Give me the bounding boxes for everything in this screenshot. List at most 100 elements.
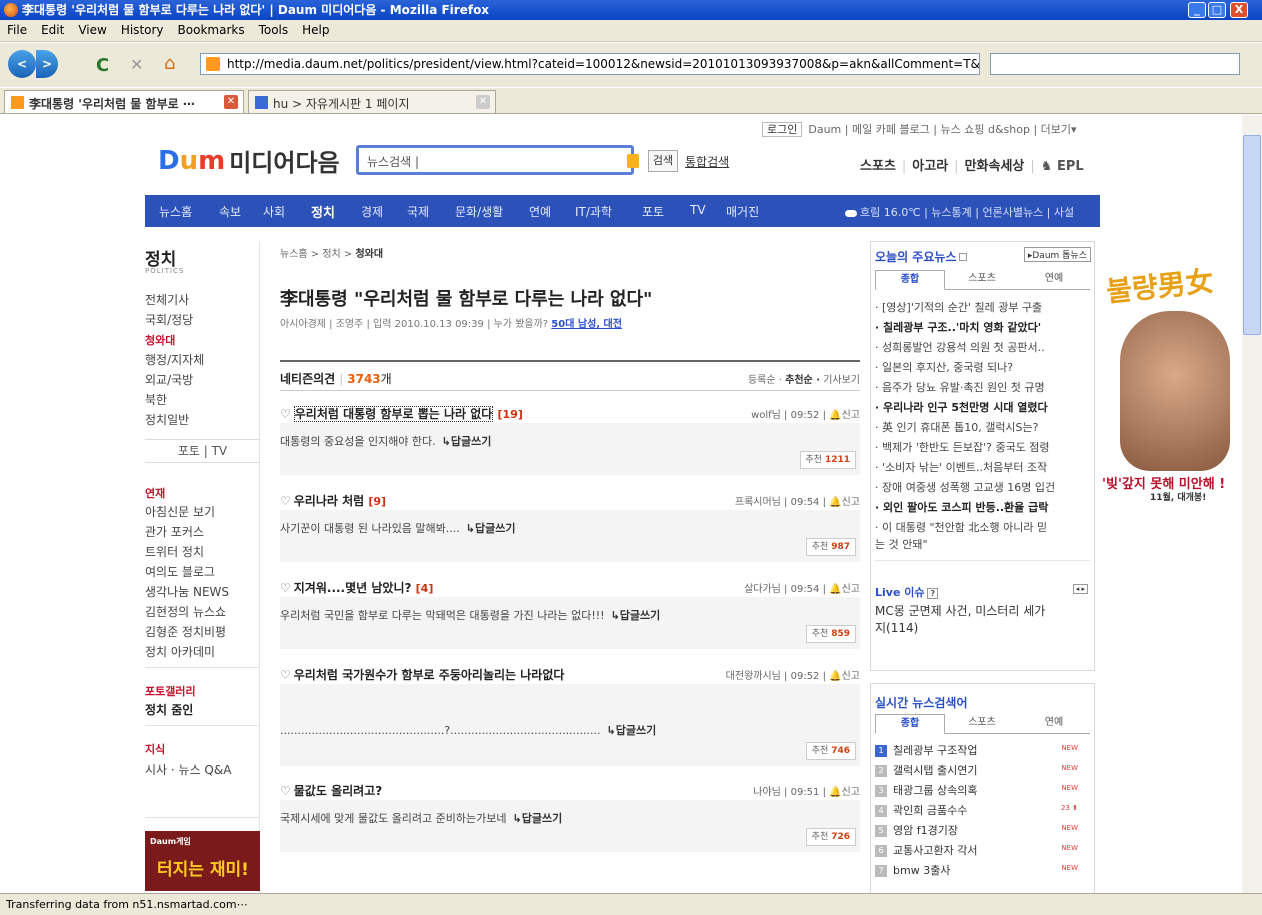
comment-title[interactable]: ♡ 우리처럼 국가원수가 함부로 주둥아리놀리는 나라없다 [280, 666, 564, 683]
lnav-bluehouse[interactable]: 청와대 [145, 332, 175, 348]
rank-item[interactable]: 5 영암 f1경기장 NEW [875, 822, 1090, 838]
stop-icon[interactable]: ✕ [130, 55, 143, 74]
comment-meta[interactable]: 살다가님 | 09:54 | 🔔신고 [744, 580, 860, 595]
news-item[interactable]: · 장애 여중생 성폭행 고교생 16명 입건 [875, 479, 1055, 495]
daum-top-news-button[interactable]: ▸Daum 톱뉴스 [1023, 247, 1091, 262]
search-option-icon[interactable] [627, 154, 639, 168]
comment-meta[interactable]: 대전왕까시님 | 09:52 | 🔔신고 [726, 667, 860, 682]
series-item[interactable]: 김현정의 뉴스쇼 [145, 603, 226, 620]
rss-icon[interactable] [959, 253, 968, 261]
live-arrows[interactable]: ◂ ▸ [1072, 584, 1088, 594]
rank-item[interactable]: 2 갤럭시탭 출시연기 NEW [875, 762, 1090, 778]
weather-links[interactable]: 흐림 16.0℃ | 뉴스통계 | 언론사별뉴스 | 사설 [845, 204, 1074, 220]
tab-general[interactable]: 종합 [875, 270, 945, 290]
help-icon[interactable]: ? [927, 588, 939, 599]
tab-entertainment[interactable]: 연예 [1019, 270, 1089, 290]
news-item[interactable]: · 일본의 후지산, 중국령 되나? [875, 359, 1013, 375]
lnav-all[interactable]: 전체기사 [145, 291, 189, 308]
movie-banner-ad[interactable]: 불량男女 '빚'갚지 못해 미안해 ! 11월, 대개봉! [1100, 241, 1240, 661]
comment-meta[interactable]: 나야님 | 09:51 | 🔔신고 [753, 783, 860, 798]
series-item[interactable]: 아침신문 보기 [145, 503, 215, 520]
menu-edit[interactable]: Edit [34, 20, 71, 40]
news-item-cont[interactable]: 는 것 안돼" [875, 536, 928, 552]
news-item[interactable]: · [영상]'기적의 순간' 칠레 광부 구출 [875, 299, 1042, 315]
browser-search-box[interactable] [990, 53, 1240, 75]
rank-item[interactable]: 7 bmw 3출사 NEW [875, 862, 1090, 878]
knowledge-link[interactable]: 시사 · 뉴스 Q&A [145, 761, 231, 778]
search-button[interactable]: 검색 [648, 150, 678, 172]
recommend-button[interactable]: 추천 987 [805, 538, 856, 556]
lnav-admin[interactable]: 행정/지자체 [145, 351, 204, 368]
media-daum-logo[interactable]: Dum 미디어다음 [158, 143, 340, 178]
news-item[interactable]: · 성희롱발언 강용석 의원 첫 공판서.. [875, 339, 1045, 355]
reply-button[interactable]: ↳답글쓰기 [513, 812, 563, 825]
menu-view[interactable]: View [71, 20, 113, 40]
news-item[interactable]: · 음주가 당뇨 유발·촉진 원인 첫 규명 [875, 379, 1045, 395]
comment-meta[interactable]: 프록시머님 | 09:54 | 🔔신고 [735, 493, 860, 508]
sort-by-date[interactable]: 등록순 · [748, 375, 785, 386]
news-item[interactable]: · 이 대통령 "천안함 北소행 아니라 믿 [875, 519, 1047, 535]
breadcrumb-path[interactable]: 뉴스홈 > 정치 > [280, 249, 355, 260]
url-bar[interactable]: http://media.daum.net/politics/president… [200, 53, 980, 75]
rank-item[interactable]: 6 교통사고환자 각서 NEW [875, 842, 1090, 858]
recommend-button[interactable]: 추천 746 [805, 742, 856, 760]
news-item[interactable]: · 英 인기 휴대폰 톱10, 갤럭시S는? [875, 419, 1039, 435]
manhwa-link[interactable]: 만화속세상 [965, 159, 1025, 174]
recommend-button[interactable]: 추천 859 [805, 625, 856, 643]
tab-hu-board[interactable]: hu > 자유게시판 1 페이지 ✕ [248, 90, 496, 113]
gnb-magazine[interactable]: 매거진 [726, 203, 759, 220]
series-item[interactable]: 여의도 블로그 [145, 563, 215, 580]
minimize-button[interactable]: _ [1188, 2, 1206, 18]
reply-button[interactable]: ↳답글쓰기 [442, 435, 492, 448]
gnb-society[interactable]: 사회 [263, 203, 285, 220]
menu-tools[interactable]: Tools [252, 20, 296, 40]
reader-stat-link[interactable]: 50대 남성, 대전 [551, 319, 622, 330]
sort-by-recommend[interactable]: 추천순 · [785, 375, 820, 386]
news-item[interactable]: · 칠레광부 구조..'마치 영화 같았다' [875, 319, 1041, 335]
menu-help[interactable]: Help [295, 20, 336, 40]
vertical-scrollbar[interactable] [1242, 115, 1262, 893]
series-item[interactable]: 관가 포커스 [145, 523, 204, 540]
reply-button[interactable]: ↳답글쓰기 [611, 609, 661, 622]
forward-button[interactable]: > [36, 50, 58, 78]
gnb-world[interactable]: 국제 [407, 203, 429, 220]
tab-sports[interactable]: 스포츠 [947, 270, 1017, 290]
lnav-diplomacy[interactable]: 외교/국방 [145, 371, 193, 388]
total-search-link[interactable]: 통합검색 [685, 153, 729, 170]
menu-bookmarks[interactable]: Bookmarks [171, 20, 252, 40]
comment-title[interactable]: ♡ 물값도 올리려고? [280, 782, 382, 799]
gnb-culture[interactable]: 문화/생활 [455, 203, 503, 220]
home-icon[interactable]: ⌂ [164, 53, 175, 74]
gnb-tv[interactable]: TV [690, 203, 706, 217]
recommend-button[interactable]: 추천 1211 [799, 451, 856, 469]
lnav-assembly[interactable]: 국회/정당 [145, 311, 193, 328]
comment-title[interactable]: ♡ 우리처럼 대통령 함부로 뽑는 나라 없다 [19] [280, 405, 523, 422]
service-links[interactable]: Daum | 메일 카페 블로그 | 뉴스 쇼핑 d&shop | 더보기▾ [808, 123, 1076, 136]
news-search-input[interactable]: 뉴스검색 | [356, 145, 639, 175]
tab-sports[interactable]: 스포츠 [947, 714, 1017, 734]
comment-title[interactable]: ♡ 지겨워....몇년 남았니? [4] [280, 579, 433, 596]
game-ad[interactable]: Daum게임 터지는 재미! [145, 831, 260, 891]
news-item[interactable]: · 우리나라 인구 5천만명 시대 열렸다 [875, 399, 1048, 415]
tab-daum-article[interactable]: 李대통령 '우리처럼 물 함부로 ⋯ ✕ [4, 90, 244, 113]
recommend-button[interactable]: 추천 726 [805, 828, 856, 846]
series-item[interactable]: 생각나눔 NEWS [145, 583, 229, 600]
news-item[interactable]: · 외인 팔아도 코스피 반등..환율 급락 [875, 499, 1048, 515]
scroll-thumb[interactable] [1243, 135, 1261, 335]
back-button[interactable]: < [8, 50, 36, 78]
live-issue-text[interactable]: MC몽 군면제 사건, 미스터리 세가 [875, 602, 1045, 619]
login-button[interactable]: 로그인 [762, 122, 803, 137]
lnav-general[interactable]: 정치일반 [145, 411, 189, 428]
gnb-economy[interactable]: 경제 [361, 203, 383, 220]
maximize-button[interactable]: □ [1208, 2, 1226, 18]
gnb-photo[interactable]: 포토 [642, 203, 664, 220]
tab-close-button[interactable]: ✕ [224, 95, 238, 109]
reply-button[interactable]: ↳답글쓰기 [466, 522, 516, 535]
gnb-it-science[interactable]: IT/과학 [575, 203, 612, 220]
view-article-link[interactable]: 기사보기 [820, 375, 860, 386]
tab-general[interactable]: 종합 [875, 714, 945, 734]
gnb-news-home[interactable]: 뉴스홈 [159, 203, 192, 220]
series-item[interactable]: 김형준 정치비평 [145, 623, 226, 640]
live-issue-text-cont[interactable]: 지(114) [875, 619, 918, 636]
comment-meta[interactable]: wolf님 | 09:52 | 🔔신고 [751, 406, 860, 421]
